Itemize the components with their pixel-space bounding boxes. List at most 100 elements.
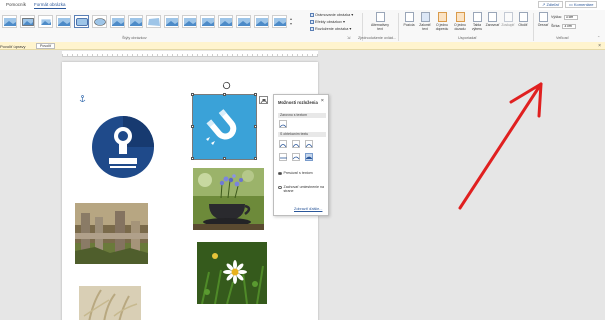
picture-style-6[interactable]	[92, 15, 107, 28]
resize-handle[interactable]	[223, 157, 226, 160]
word-window: Pomocník Formát obrázka ↗ Zdieľať ▭ Kome…	[0, 0, 605, 320]
wrap-section-header: S obtekaním textu	[278, 132, 326, 137]
comments-button[interactable]: ▭ Komentáre	[565, 1, 598, 8]
alt-text-label: Alternatívny text	[371, 23, 389, 31]
picture-style-10[interactable]	[164, 15, 179, 28]
layout-options-popup: Možnosti rozloženia × Zarovno s textom S…	[273, 94, 329, 216]
height-field: Výška:	[551, 14, 578, 20]
magnet-icon	[206, 109, 237, 145]
crop-label: Orezať	[537, 23, 549, 27]
resize-handle[interactable]	[223, 93, 226, 96]
position-button[interactable]: Pozícia	[401, 12, 417, 27]
resize-handle[interactable]	[191, 93, 194, 96]
resize-handle[interactable]	[191, 125, 194, 128]
picture-style-4[interactable]	[56, 15, 71, 28]
wrap-through-icon[interactable]	[305, 140, 313, 148]
picture-border-button[interactable]: Orámovanie obrázka ▾	[310, 12, 353, 17]
wrap-tight-icon[interactable]	[292, 140, 300, 148]
width-label: Šírka:	[551, 24, 561, 28]
selection-pane-button[interactable]: Tabla výberu	[469, 12, 485, 31]
move-with-text-label: Presúvať s textom	[283, 171, 313, 175]
tab-format-obrazka[interactable]: Formát obrázka	[34, 2, 66, 9]
wrap-text-label: Zalomiť text	[419, 23, 431, 31]
picture-style-14[interactable]	[236, 15, 251, 28]
styles-gallery-scroll[interactable]: ▴ ▾	[290, 16, 294, 28]
alt-text-button[interactable]: Alternatívny text	[368, 12, 392, 31]
rotate-handle-icon[interactable]	[222, 81, 231, 90]
picture-style-16[interactable]	[272, 15, 287, 28]
picture-style-15[interactable]	[254, 15, 269, 28]
fix-position-label: Zachovať umiestnenie na strane	[283, 185, 325, 194]
picture-effects-button[interactable]: Efekty obrázkov ▾	[310, 19, 345, 24]
enable-editing-button[interactable]: Povoliť	[36, 43, 56, 49]
popup-title: Možnosti rozloženia	[278, 100, 318, 105]
wrap-behind-icon[interactable]	[292, 153, 300, 161]
wrap-in-front-icon[interactable]	[305, 153, 313, 161]
crop-button[interactable]: Orezať	[535, 12, 551, 27]
picture-style-7[interactable]	[110, 15, 125, 28]
radio-fix-position[interactable]	[278, 185, 282, 189]
see-more-link[interactable]: Zobraziť ďalšie...	[294, 207, 322, 211]
fence-photo[interactable]	[75, 203, 148, 264]
layout-icon	[310, 26, 314, 31]
picture-layout-button[interactable]: Rozloženie obrázka ▾	[310, 26, 351, 31]
picture-border-label: Orámovanie obrázka	[315, 12, 351, 17]
grass-photo[interactable]	[79, 286, 141, 320]
teacup-photo[interactable]	[193, 168, 264, 230]
picture-layout-label: Rozloženie obrázka	[315, 26, 349, 31]
picture-style-3[interactable]	[38, 15, 53, 28]
horizontal-ruler[interactable]	[62, 51, 318, 57]
rotate-button[interactable]: Otočiť	[516, 12, 530, 27]
anchor-icon	[79, 95, 86, 102]
wrap-inline-icon[interactable]	[279, 120, 287, 128]
picture-style-9[interactable]	[146, 15, 161, 28]
layout-options-icon[interactable]	[259, 96, 268, 104]
move-with-text-option[interactable]: Presúvať s textom	[278, 171, 313, 175]
rotate-icon	[518, 12, 528, 22]
group-label: Zoskupiť	[501, 23, 515, 27]
width-input[interactable]	[562, 23, 577, 29]
ribbon-tab-row: Pomocník Formát obrázka ↗ Zdieľať ▭ Kome…	[0, 0, 605, 10]
share-button[interactable]: ↗ Zdieľať	[538, 1, 564, 8]
picture-style-2[interactable]	[20, 15, 35, 28]
group-button[interactable]: Zoskupiť	[500, 12, 516, 27]
resize-handle[interactable]	[254, 125, 257, 128]
resize-handle[interactable]	[191, 157, 194, 160]
height-input[interactable]	[563, 14, 578, 20]
group-label-accessibility: Zjednodušenie ovlád...	[358, 36, 397, 40]
resize-handle[interactable]	[254, 157, 257, 160]
alt-text-icon	[375, 12, 385, 22]
picture-style-12[interactable]	[200, 15, 215, 28]
width-field: Šírka:	[551, 23, 577, 29]
popup-close-icon[interactable]: ×	[321, 98, 324, 104]
fix-position-option[interactable]: Zachovať umiestnenie na strane	[278, 185, 324, 193]
message-close-icon[interactable]: ×	[598, 43, 601, 49]
resize-handle[interactable]	[254, 93, 257, 96]
tab-pomocnik[interactable]: Pomocník	[6, 2, 26, 7]
comments-label: Komentáre	[573, 2, 594, 7]
radio-move-with-text[interactable]	[278, 171, 282, 175]
group-label-size: Veľkosť	[556, 36, 569, 40]
styles-dialog-launcher-icon[interactable]: ⇲	[347, 35, 350, 40]
align-label: Zarovnať	[485, 23, 500, 27]
wrap-square-icon[interactable]	[279, 140, 287, 148]
bring-forward-button[interactable]: O jednu dopredu	[433, 12, 451, 31]
daisy-photo[interactable]	[197, 242, 267, 304]
ribbon-collapse-icon[interactable]: ⌃	[597, 35, 600, 40]
picture-style-1[interactable]	[2, 15, 17, 28]
ruler-ticks	[62, 51, 318, 56]
send-backward-button[interactable]: O jednu dozadu	[451, 12, 469, 31]
picture-style-11[interactable]	[182, 15, 197, 28]
ribbon: ▴ ▾ Štýly obrázkov Orámovanie obrázka ▾ E…	[0, 10, 605, 44]
position-icon	[404, 12, 414, 22]
stamp-icon[interactable]	[90, 114, 156, 180]
wrap-text-button[interactable]: Zalomiť text	[417, 12, 433, 31]
picture-style-5[interactable]	[74, 15, 89, 28]
bring-forward-icon	[437, 12, 447, 22]
picture-style-13[interactable]	[218, 15, 233, 28]
wrap-top-bottom-icon[interactable]	[279, 153, 287, 161]
align-button[interactable]: Zarovnať	[485, 12, 500, 27]
magnet-tile-selected[interactable]	[192, 94, 257, 160]
picture-style-8[interactable]	[128, 15, 143, 28]
share-label: Zdieľať	[546, 2, 560, 7]
